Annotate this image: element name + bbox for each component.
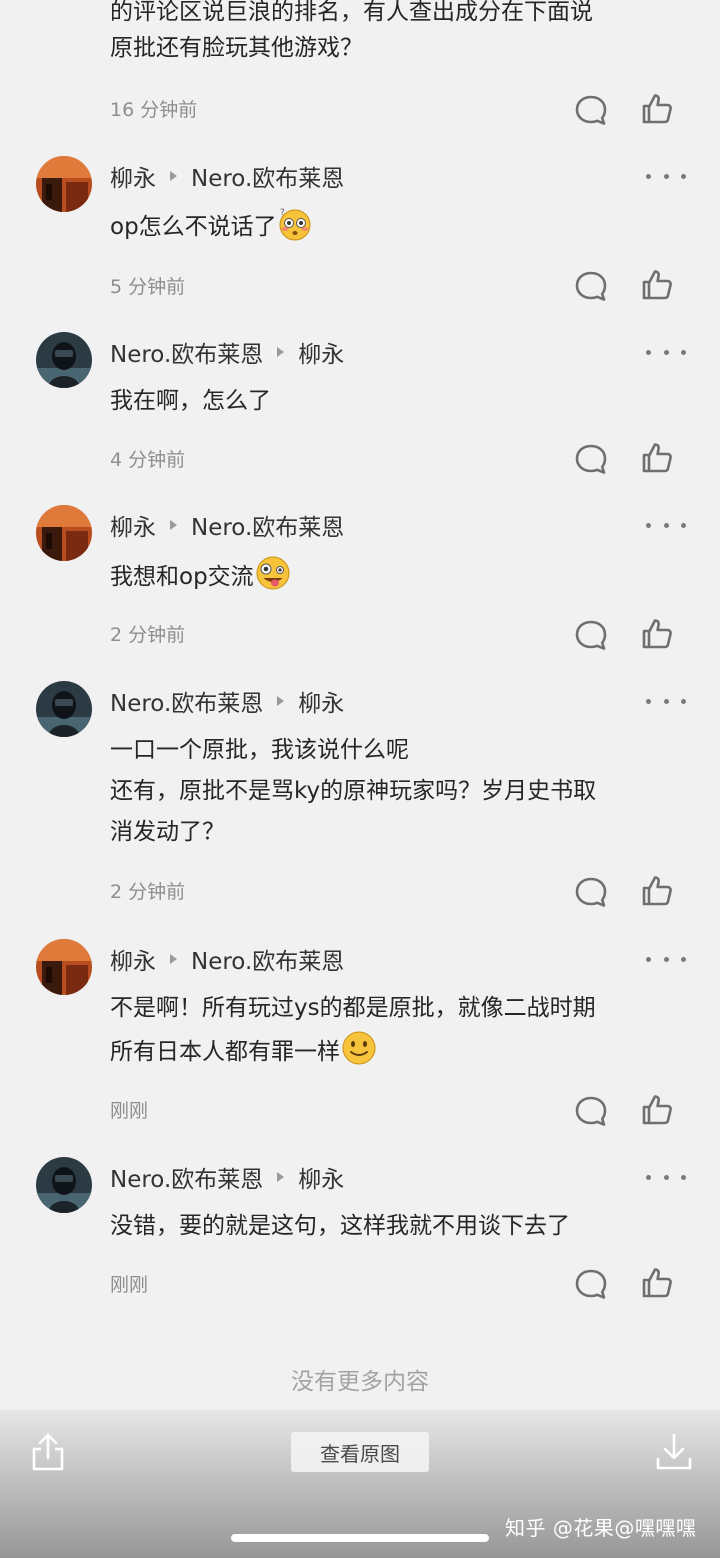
comment-text: 没错，要的就是这句，这样我就不用谈下去了 bbox=[110, 1206, 700, 1247]
watermark: 知乎 @花果@嘿嘿嘿 bbox=[505, 1516, 697, 1540]
zany-face-emoji bbox=[256, 556, 290, 590]
author-name[interactable]: 柳永 bbox=[110, 508, 156, 542]
reply-to-name[interactable]: 柳永 bbox=[298, 1160, 344, 1194]
comment-icon[interactable] bbox=[574, 442, 608, 476]
more-dots-icon[interactable] bbox=[646, 1167, 686, 1187]
home-indicator[interactable] bbox=[231, 1534, 489, 1542]
avatar[interactable] bbox=[36, 505, 92, 561]
comment-line: 不是啊！所有玩过ys的都是原批，就像二战时期 bbox=[110, 995, 596, 1021]
comment-line: 所有日本人都有罪一样 bbox=[110, 1039, 340, 1065]
comment-line: op怎么不说话了 bbox=[110, 214, 277, 240]
no-more-content: 没有更多内容 bbox=[291, 1369, 429, 1395]
comment-line: 原批还有脸玩其他游戏？ bbox=[110, 35, 363, 61]
comment-line: 还有，原批不是骂ky的原神玩家吗？岁月史书取 bbox=[110, 778, 597, 804]
comment-icon[interactable] bbox=[574, 618, 608, 652]
more-dots-icon[interactable] bbox=[646, 691, 686, 711]
reply-to-name[interactable]: 柳永 bbox=[298, 335, 344, 369]
comment-text: 一口一个原批，我该说什么呢 还有，原批不是骂ky的原神玩家吗？岁月史书取 消发动… bbox=[110, 730, 700, 853]
comment-time: 2 分钟前 bbox=[110, 881, 186, 903]
share-icon[interactable] bbox=[30, 1432, 66, 1472]
reply-arrow-icon bbox=[170, 954, 177, 964]
comment-time: 2 分钟前 bbox=[110, 624, 186, 646]
comment-time: 5 分钟前 bbox=[110, 276, 186, 298]
comment-line: 我想和op交流 bbox=[110, 564, 254, 590]
reply-arrow-icon bbox=[170, 171, 177, 181]
more-dots-icon[interactable] bbox=[646, 949, 686, 969]
reply-arrow-icon bbox=[277, 1172, 285, 1182]
svg-text:?: ? bbox=[280, 208, 285, 218]
thumbs-up-icon[interactable] bbox=[640, 1266, 674, 1300]
thumbs-up-icon[interactable] bbox=[640, 441, 674, 475]
comment-header: Nero.欧布莱恩 柳永 bbox=[110, 334, 344, 370]
avatar[interactable] bbox=[36, 939, 92, 995]
reply-to-name[interactable]: Nero.欧布莱恩 bbox=[191, 942, 344, 976]
comment-icon[interactable] bbox=[574, 1267, 608, 1301]
reply-to-name[interactable]: Nero.欧布莱恩 bbox=[191, 159, 344, 193]
comment-time: 刚刚 bbox=[110, 1274, 149, 1296]
reply-to-name[interactable]: Nero.欧布莱恩 bbox=[191, 508, 344, 542]
reply-arrow-icon bbox=[277, 696, 285, 706]
reply-arrow-icon bbox=[170, 520, 177, 530]
comment-text: 不是啊！所有玩过ys的都是原批，就像二战时期 所有日本人都有罪一样 bbox=[110, 988, 700, 1073]
flushed-face-emoji: ? bbox=[279, 208, 311, 241]
comment-line: 消发动了？ bbox=[110, 819, 225, 845]
thumbs-up-icon[interactable] bbox=[640, 92, 674, 126]
comment-header: 柳永 Nero.欧布莱恩 bbox=[110, 941, 344, 977]
avatar[interactable] bbox=[36, 681, 92, 737]
comment-line: 没错，要的就是这句，这样我就不用谈下去了 bbox=[110, 1213, 570, 1239]
comment-line: 一口一个原批，我该说什么呢 bbox=[110, 737, 409, 763]
comment-text: 我在啊，怎么了 bbox=[110, 381, 700, 422]
view-original-button[interactable]: 查看原图 bbox=[291, 1432, 429, 1472]
comment-icon[interactable] bbox=[574, 1094, 608, 1128]
smiling-face-emoji bbox=[342, 1031, 376, 1065]
comment-icon[interactable] bbox=[574, 875, 608, 909]
avatar[interactable] bbox=[36, 1157, 92, 1213]
comment-line: 的评论区说巨浪的排名，有人查出成分在下面说 bbox=[110, 0, 593, 25]
thumbs-up-icon[interactable] bbox=[640, 1093, 674, 1127]
thumbs-up-icon[interactable] bbox=[640, 268, 674, 302]
comment-header: Nero.欧布莱恩 柳永 bbox=[110, 683, 344, 719]
comment-time: 16 分钟前 bbox=[110, 99, 198, 121]
more-dots-icon[interactable] bbox=[646, 515, 686, 535]
author-name[interactable]: Nero.欧布莱恩 bbox=[110, 684, 263, 718]
comment-icon[interactable] bbox=[574, 269, 608, 303]
author-name[interactable]: 柳永 bbox=[110, 159, 156, 193]
thumbs-up-icon[interactable] bbox=[640, 874, 674, 908]
comment-header: Nero.欧布莱恩 柳永 bbox=[110, 1159, 344, 1195]
author-name[interactable]: 柳永 bbox=[110, 942, 156, 976]
reply-to-name[interactable]: 柳永 bbox=[298, 684, 344, 718]
comment-text-partial: 的评论区说巨浪的排名，有人查出成分在下面说 原批还有脸玩其他游戏？ bbox=[110, 0, 700, 66]
author-name[interactable]: Nero.欧布莱恩 bbox=[110, 335, 263, 369]
thumbs-up-icon[interactable] bbox=[640, 617, 674, 651]
more-dots-icon[interactable] bbox=[646, 166, 686, 186]
download-icon[interactable] bbox=[654, 1432, 694, 1472]
comment-header: 柳永 Nero.欧布莱恩 bbox=[110, 158, 344, 194]
avatar[interactable] bbox=[36, 332, 92, 388]
reply-arrow-icon bbox=[277, 347, 285, 357]
avatar[interactable] bbox=[36, 156, 92, 212]
comment-text: op怎么不说话了? bbox=[110, 206, 700, 248]
comment-text: 我想和op交流 bbox=[110, 554, 700, 598]
comment-line: 我在啊，怎么了 bbox=[110, 388, 271, 414]
author-name[interactable]: Nero.欧布莱恩 bbox=[110, 1160, 263, 1194]
comment-time: 4 分钟前 bbox=[110, 449, 186, 471]
comment-icon[interactable] bbox=[574, 93, 608, 127]
more-dots-icon[interactable] bbox=[646, 342, 686, 362]
comment-header: 柳永 Nero.欧布莱恩 bbox=[110, 507, 344, 543]
comment-time: 刚刚 bbox=[110, 1100, 149, 1122]
